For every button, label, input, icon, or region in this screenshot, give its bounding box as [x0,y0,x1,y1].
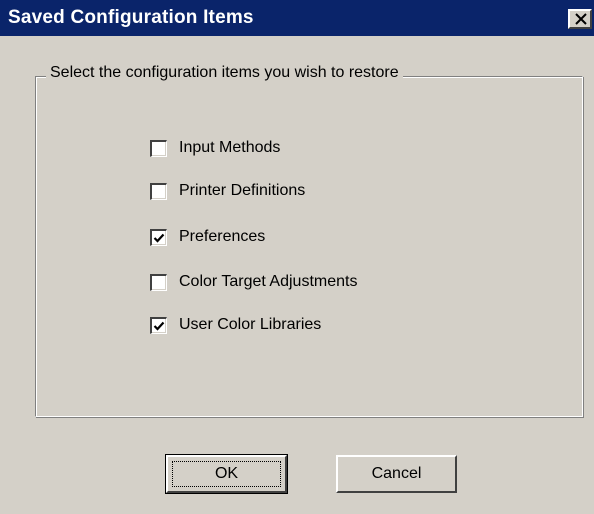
checkbox-item-color-target-adjustments[interactable]: Color Target Adjustments [150,272,357,292]
dialog-window: Saved Configuration Items Select the con… [0,0,594,514]
checkbox-label: Printer Definitions [179,182,306,199]
ok-button[interactable]: OK [165,454,288,494]
checkbox-label: User Color Libraries [179,316,322,333]
ok-button-label: OK [214,465,239,482]
close-button[interactable] [568,9,592,29]
window-title: Saved Configuration Items [8,7,254,28]
checkbox-label: Preferences [179,228,266,245]
checkbox-item-preferences[interactable]: Preferences [150,227,265,247]
close-icon [575,13,587,25]
checkbox-input-methods[interactable] [150,139,167,157]
checkbox-label: Input Methods [179,139,281,156]
cancel-button-label: Cancel [371,465,422,482]
checkbox-item-user-color-libraries[interactable]: User Color Libraries [150,315,321,335]
check-mark-icon [153,233,165,243]
group-box [35,76,583,417]
checkbox-user-color-libraries[interactable] [150,316,167,334]
check-mark-icon [153,321,165,331]
checkbox-color-target-adjustments[interactable] [150,273,167,291]
checkbox-preferences[interactable] [150,228,167,246]
checkbox-printer-definitions[interactable] [150,182,167,200]
title-bar[interactable]: Saved Configuration Items [0,0,594,36]
checkbox-item-input-methods[interactable]: Input Methods [150,138,280,158]
checkbox-item-printer-definitions[interactable]: Printer Definitions [150,181,305,201]
cancel-button[interactable]: Cancel [336,455,457,493]
checkbox-label: Color Target Adjustments [179,273,358,290]
group-box-legend: Select the configuration items you wish … [46,64,403,82]
